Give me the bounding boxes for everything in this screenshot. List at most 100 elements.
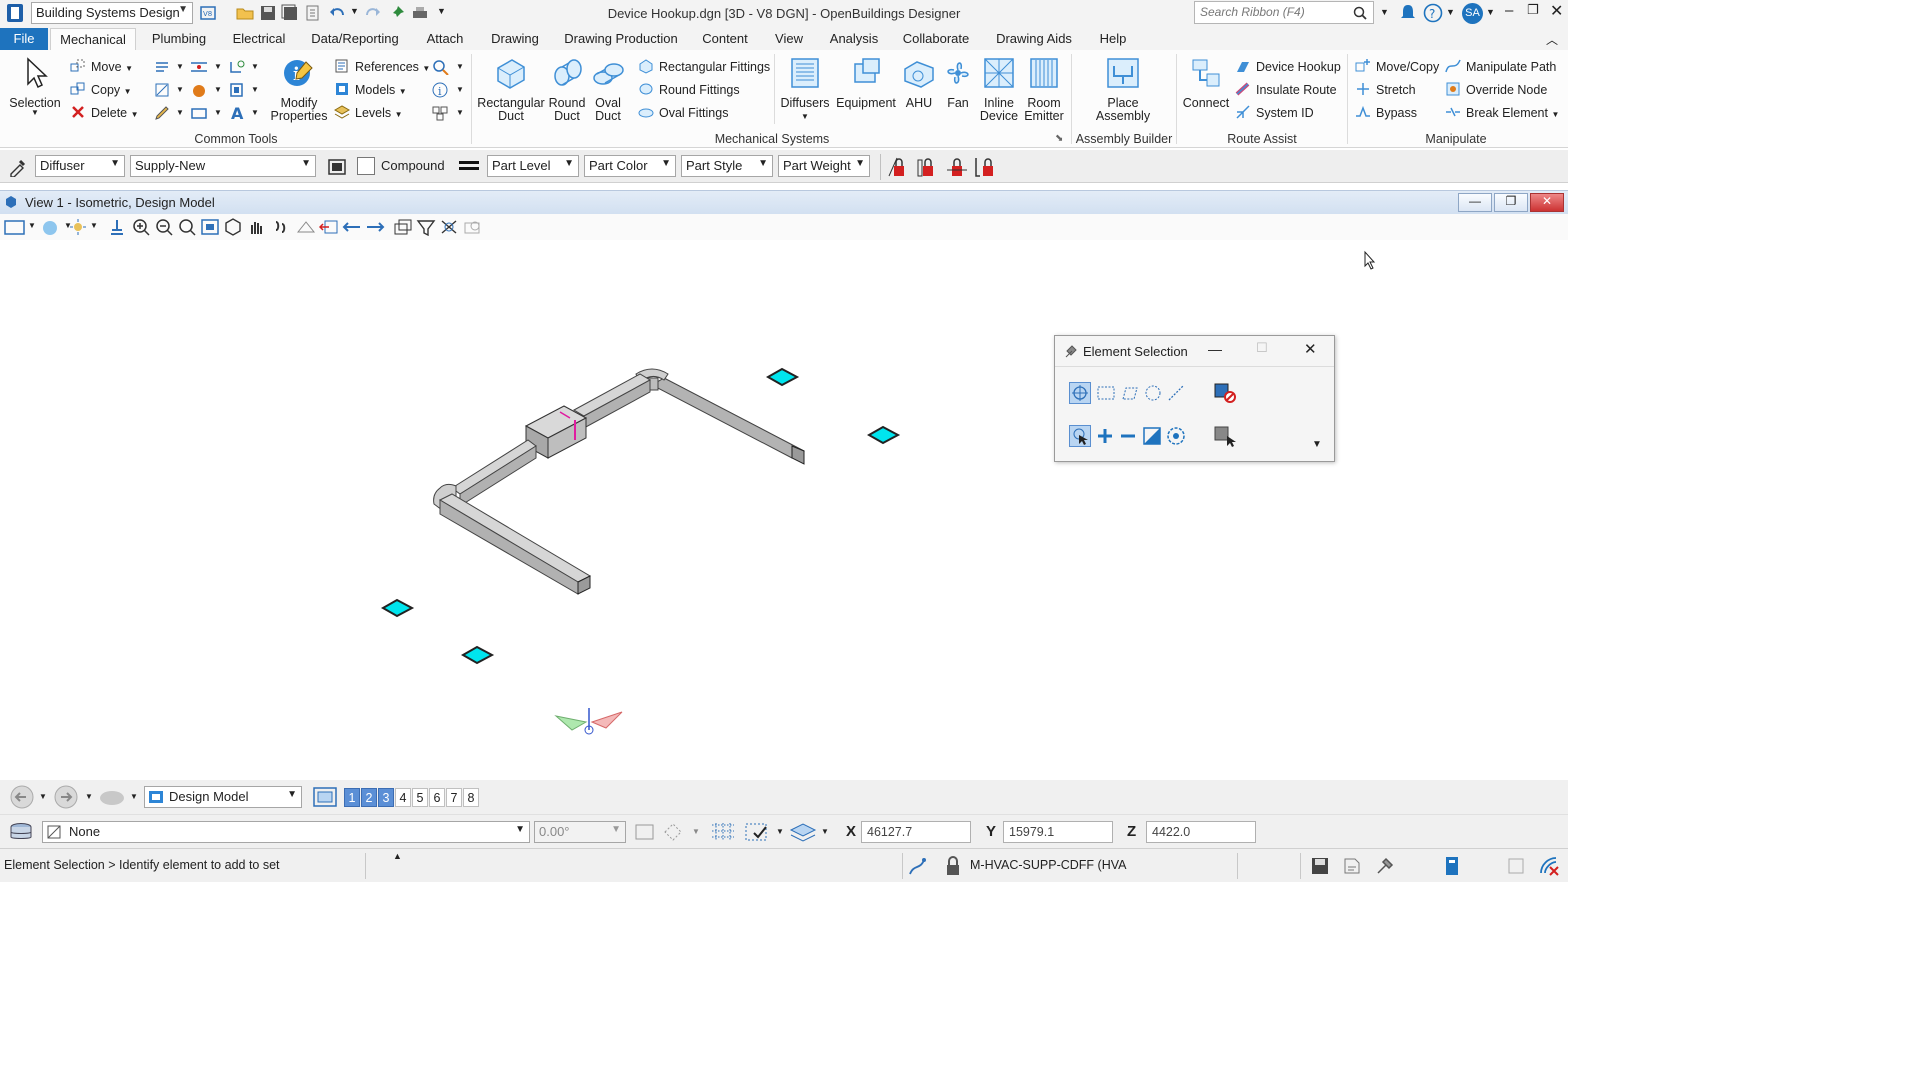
delete-button[interactable]: Delete ▼ xyxy=(70,103,139,123)
view-toggle-2[interactable]: 2 xyxy=(361,788,377,807)
user-dropdown-icon[interactable]: ▼ xyxy=(1486,7,1495,17)
model-canvas[interactable] xyxy=(0,240,1568,778)
selection-button[interactable]: Selection xyxy=(6,56,64,110)
library-icon[interactable] xyxy=(327,157,347,177)
tools-icon[interactable] xyxy=(1374,855,1396,877)
angle-select[interactable]: 0.00° ▼ xyxy=(534,821,626,843)
view-minimize-button[interactable]: — xyxy=(1458,193,1492,212)
redo-icon[interactable] xyxy=(364,4,382,22)
search-dropdown-icon[interactable]: ▼ xyxy=(1380,7,1389,17)
forward-icon[interactable] xyxy=(52,785,80,809)
connect-button[interactable]: Connect xyxy=(1180,56,1232,110)
place-assembly-button[interactable]: Place Assembly xyxy=(1090,56,1156,123)
help-icon[interactable]: ? xyxy=(1423,3,1443,23)
tab-plumbing[interactable]: Plumbing xyxy=(144,28,214,50)
level-display-icon[interactable] xyxy=(788,821,818,843)
find-dropdown-icon[interactable]: ▼ xyxy=(456,62,464,71)
tab-help[interactable]: Help xyxy=(1093,28,1133,50)
customize-qat-icon[interactable]: ▼ xyxy=(437,6,446,16)
tab-view[interactable]: View xyxy=(768,28,810,50)
dialog-minimize-icon[interactable]: — xyxy=(1208,341,1222,357)
zoom-out-icon[interactable] xyxy=(155,218,173,236)
update-view-icon[interactable] xyxy=(108,218,126,236)
fit-view-icon[interactable] xyxy=(200,218,220,236)
print-icon[interactable] xyxy=(411,4,429,22)
measure-dropdown-icon[interactable]: ▼ xyxy=(214,62,222,71)
fan-button[interactable]: Fan xyxy=(940,56,976,110)
view-next-icon[interactable] xyxy=(365,218,385,236)
tab-analysis[interactable]: Analysis xyxy=(826,28,882,50)
close-icon[interactable]: ✕ xyxy=(1550,1,1563,21)
line-weight-icon[interactable] xyxy=(458,158,480,174)
clear-selection-icon[interactable] xyxy=(1212,381,1238,405)
clip-mask-icon[interactable] xyxy=(439,218,459,236)
info-dropdown-icon[interactable]: ▼ xyxy=(456,85,464,94)
view-toggle-7[interactable]: 7 xyxy=(446,788,462,807)
diffuser-3[interactable] xyxy=(380,598,415,618)
view-previous-icon[interactable] xyxy=(342,218,362,236)
modify-element-dropdown-icon[interactable]: ▼ xyxy=(176,85,184,94)
active-level-select[interactable]: None ▼ xyxy=(42,821,530,843)
tab-drawing-aids[interactable]: Drawing Aids xyxy=(991,28,1077,50)
place-line-dropdown-icon[interactable]: ▼ xyxy=(176,62,184,71)
tab-drawing-production[interactable]: Drawing Production xyxy=(560,28,682,50)
override-node-button[interactable]: Override Node xyxy=(1445,80,1547,100)
lock-icon[interactable] xyxy=(943,855,963,877)
models-button[interactable]: Models ▼ xyxy=(334,80,407,100)
display-style-icon[interactable] xyxy=(40,218,60,236)
diffuser-1[interactable] xyxy=(765,367,800,387)
method-line-icon[interactable] xyxy=(1166,383,1186,403)
rotate-view-icon[interactable] xyxy=(223,218,243,236)
bypass-button[interactable]: Bypass xyxy=(1355,103,1417,123)
element-selection-dialog[interactable]: Element Selection — ☐ ✕ ▼ xyxy=(1054,335,1335,462)
saved-views-icon[interactable] xyxy=(98,786,128,808)
copy-button[interactable]: Copy ▼ xyxy=(70,80,132,100)
y-coordinate-field[interactable]: 15979.1 xyxy=(1003,821,1113,843)
diffusers-button[interactable]: Diffusers ▼ xyxy=(778,56,832,123)
mode-invert-icon[interactable] xyxy=(1142,426,1162,446)
break-element-button[interactable]: Break Element ▼ xyxy=(1445,103,1559,123)
compress-icon[interactable] xyxy=(304,4,322,22)
window-area-icon[interactable] xyxy=(178,218,196,236)
lock-tool-4-icon[interactable] xyxy=(974,156,1000,178)
round-duct-button[interactable]: Round Duct xyxy=(546,56,588,123)
snap-icon[interactable] xyxy=(228,59,246,75)
lock-tool-2-icon[interactable] xyxy=(916,156,940,178)
system-id-button[interactable]: System ID xyxy=(1235,103,1314,123)
view-attributes-icon[interactable] xyxy=(4,218,26,236)
device-hookup-button[interactable]: Device Hookup xyxy=(1235,57,1341,77)
help-dropdown-icon[interactable]: ▼ xyxy=(1446,7,1455,17)
diffuser-2[interactable] xyxy=(866,425,901,445)
oval-fittings-button[interactable]: Oval Fittings xyxy=(638,103,728,123)
restore-icon[interactable]: ❐ xyxy=(1527,2,1539,18)
tab-file[interactable]: File xyxy=(0,28,48,50)
insulate-route-button[interactable]: Insulate Route xyxy=(1235,80,1337,100)
eyedropper-icon[interactable] xyxy=(8,157,28,177)
duct-segment-box-to-left-elbow[interactable] xyxy=(451,439,537,507)
measure-icon[interactable] xyxy=(190,59,208,75)
cell-icon[interactable] xyxy=(228,82,246,98)
dialog-launcher-icon[interactable]: ⬊ xyxy=(1055,133,1063,144)
method-individual-button[interactable] xyxy=(1069,382,1091,404)
connection-status-icon[interactable] xyxy=(1538,855,1562,877)
open-folder-icon[interactable] xyxy=(236,4,254,22)
rectangle-dropdown-icon[interactable]: ▼ xyxy=(214,108,222,117)
part-color-select[interactable]: Part Color ▼ xyxy=(584,155,676,177)
part-type-select[interactable]: Diffuser ▼ xyxy=(35,155,125,177)
mode-add-icon[interactable] xyxy=(1095,426,1115,446)
user-avatar[interactable]: SA xyxy=(1462,3,1483,24)
mode-new-button[interactable] xyxy=(1069,425,1091,447)
rectangle-icon[interactable] xyxy=(190,105,208,121)
walk-icon[interactable] xyxy=(271,218,291,236)
lighting-dropdown-icon[interactable]: ▼ xyxy=(90,221,98,230)
view-toggle-1[interactable]: 1 xyxy=(344,788,360,807)
snap-dropdown-icon[interactable]: ▼ xyxy=(251,62,259,71)
text-dropdown-icon[interactable]: ▼ xyxy=(251,108,259,117)
view-groups-icon[interactable] xyxy=(312,786,338,808)
rectangular-duct-button[interactable]: Rectangular Duct xyxy=(476,56,546,123)
lock-tool-1-icon[interactable] xyxy=(887,156,911,178)
back-icon[interactable] xyxy=(8,785,36,809)
ahu-button[interactable]: AHU xyxy=(898,56,940,110)
view-toggle-6[interactable]: 6 xyxy=(429,788,445,807)
group-icon[interactable] xyxy=(432,105,450,121)
